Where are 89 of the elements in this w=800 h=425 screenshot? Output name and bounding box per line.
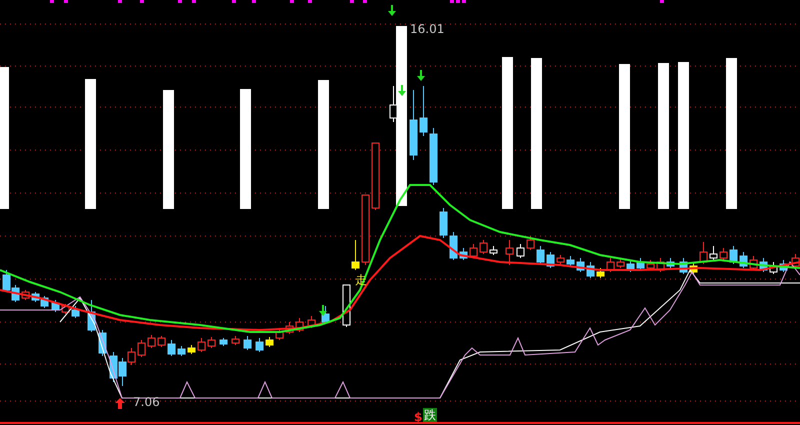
candlestick — [626, 260, 634, 272]
candlestick — [546, 252, 554, 268]
candlestick — [730, 246, 738, 264]
sell-mark: $ — [414, 410, 422, 424]
candlestick — [536, 246, 544, 264]
candlestick — [308, 316, 316, 328]
down-arrow-icon — [388, 5, 396, 16]
candlestick — [266, 336, 274, 348]
candlestick — [342, 284, 350, 328]
candlestick — [420, 86, 428, 136]
candlestick — [470, 244, 478, 258]
signal-tick — [350, 0, 354, 3]
signal-tick — [252, 0, 256, 3]
candlestick — [208, 336, 216, 348]
candlestick — [710, 246, 718, 260]
candlestick — [556, 254, 564, 264]
signal-tick — [450, 0, 454, 3]
up-arrow-icon — [115, 398, 125, 409]
candlestick — [72, 306, 80, 318]
candlestick — [450, 232, 458, 260]
signal-tick — [140, 0, 144, 3]
candlestick — [430, 128, 438, 186]
candlestick — [362, 194, 370, 266]
candlestick — [720, 248, 728, 260]
candlestick — [586, 262, 594, 278]
candlestick — [516, 244, 524, 258]
candlestick — [506, 240, 514, 266]
down-arrow-icon — [417, 70, 425, 81]
candlestick — [372, 142, 380, 210]
down-arrow-icon — [398, 85, 406, 96]
signal-tick — [178, 0, 182, 3]
candlestick — [178, 346, 186, 356]
candlestick — [616, 258, 624, 268]
signal-tick — [462, 0, 466, 3]
candlestick — [460, 248, 468, 260]
signal-tick — [50, 0, 54, 3]
candlestick — [256, 338, 264, 352]
candlestick — [566, 256, 574, 266]
candlestick — [52, 300, 60, 312]
candlestick — [596, 268, 604, 278]
candlestick — [440, 208, 448, 238]
candlestick — [480, 240, 488, 254]
candlestick — [148, 334, 156, 348]
low-price-label: 7.06 — [133, 395, 160, 409]
signal-tick — [64, 0, 68, 3]
candlestick — [770, 262, 778, 274]
candlestick — [390, 86, 398, 122]
down-arrow-icon — [319, 305, 327, 316]
signal-tick — [660, 0, 664, 3]
candlestick — [780, 260, 788, 272]
candlestick — [198, 338, 206, 352]
candlestick — [576, 258, 584, 272]
high-price-label: 16.01 — [410, 22, 444, 36]
candlestick — [244, 336, 252, 350]
candlestick — [188, 344, 196, 354]
candlestick — [740, 252, 748, 268]
signal-tick — [456, 0, 460, 3]
candlestick — [700, 242, 708, 264]
candlestick — [680, 258, 688, 274]
signal-tick — [232, 0, 236, 3]
sell-badge: 跌 — [423, 408, 437, 422]
candlestick — [220, 338, 228, 346]
candlestick — [352, 240, 360, 270]
candlestick — [296, 318, 304, 332]
candlestick — [88, 300, 96, 332]
signal-tick — [192, 0, 196, 3]
candlestick — [22, 290, 30, 300]
signal-tick — [363, 0, 367, 3]
candlestick — [286, 322, 294, 334]
candlestick — [168, 340, 176, 356]
candlestick — [138, 340, 146, 358]
candlestick — [410, 90, 418, 160]
candlestick — [750, 256, 758, 270]
candlestick — [606, 258, 614, 272]
candlestick — [276, 328, 284, 340]
signal-tick — [290, 0, 294, 3]
candlestick — [656, 258, 664, 272]
candlestick — [646, 260, 654, 270]
candlestick — [490, 246, 498, 256]
candlestick — [666, 258, 674, 268]
candlestick — [690, 262, 698, 274]
candlestick — [526, 236, 534, 250]
candlestick — [760, 258, 768, 272]
signal-tick — [118, 0, 122, 3]
candlestick — [62, 304, 70, 314]
candlestick — [158, 336, 166, 348]
candlestick — [232, 336, 240, 346]
candlestick — [636, 258, 644, 270]
signal-tick — [308, 0, 312, 3]
